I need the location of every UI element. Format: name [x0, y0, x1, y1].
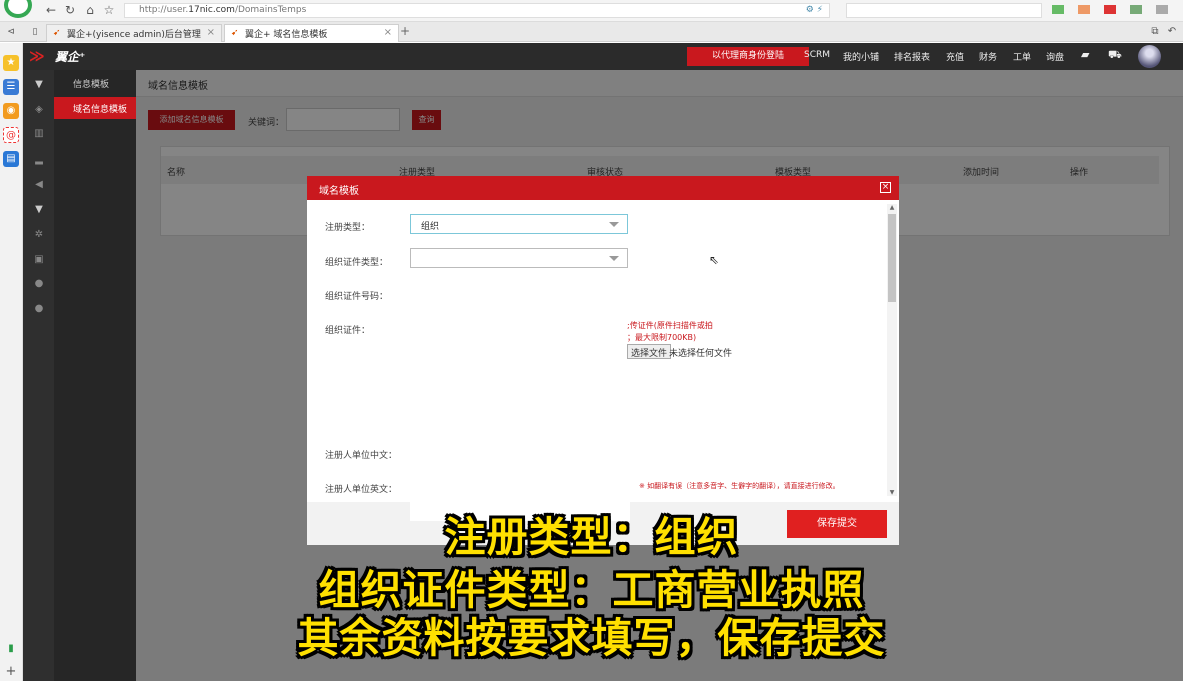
subtitle-line: 注册类型：组织	[444, 513, 739, 561]
home-icon[interactable]: ⌂	[83, 3, 97, 17]
nav-finance[interactable]: 财务	[979, 50, 997, 63]
menu-item-domain-template[interactable]: 域名信息模板	[54, 97, 136, 119]
menu-group-info-template[interactable]: 信息模板	[54, 74, 136, 94]
brand-name[interactable]: 翼企⁺	[55, 48, 85, 65]
nav-scrm[interactable]: SCRM	[804, 50, 830, 60]
window-controls-icon[interactable]	[1156, 5, 1168, 14]
tab-close-icon[interactable]: ×	[384, 27, 392, 38]
tab-close-icon[interactable]: ×	[207, 27, 215, 38]
avatar[interactable]	[1138, 45, 1161, 68]
cart-icon[interactable]: ⛟	[1108, 48, 1122, 63]
cert-type-select[interactable]: ⇖	[410, 248, 719, 268]
modal-body: 注册类型： 组织 组织证件类型： ⇖ 组织证件号码： 组织证件： ;传证件(原件…	[307, 200, 899, 545]
scroll-down-icon[interactable]: ▼	[888, 489, 896, 496]
browser-toolbar: ← ↻ ⌂ ☆ http://user.17nic.com/DomainsTem…	[0, 0, 1183, 22]
sidebar-toggle-icon[interactable]: ▯	[28, 25, 42, 39]
tab-domain-template[interactable]: ➹ 翼企+ 域名信息模板 ×	[224, 24, 399, 42]
cert-type-label: 组织证件类型：	[325, 258, 389, 268]
modal-header: 域名模板 ×	[307, 176, 899, 200]
message-icon[interactable]: ●	[33, 303, 45, 315]
nav-my-shop[interactable]: 我的小铺	[843, 50, 879, 63]
url-text: http://user.17nic.com/DomainsTemps	[139, 5, 307, 15]
weibo-icon[interactable]: ◉	[3, 103, 19, 119]
settings-icon[interactable]: ✲	[33, 229, 45, 241]
reload-icon[interactable]: ↻	[63, 3, 77, 17]
choose-file-button[interactable]: 选择文件	[627, 344, 672, 359]
money-bag-icon[interactable]: ●	[33, 278, 45, 290]
modal-title: 域名模板	[319, 186, 359, 197]
translation-notice: ※ 如翻译有误（注意多音字、生僻字的翻译），请直接进行修改。	[639, 482, 840, 490]
app-header: ≫ 翼企⁺ 以代理商身份登陆 SCRM 我的小铺 排名报表 充值 财务 工单 询…	[23, 43, 1183, 70]
address-bar-actions-icon[interactable]: ⚙ ⚡	[806, 5, 823, 15]
collapse-caret-icon[interactable]: ▼	[33, 204, 45, 216]
tab-label: 翼企+ 域名信息模板	[245, 30, 328, 40]
nav-ticket[interactable]: 工单	[1013, 50, 1031, 63]
agent-login-button[interactable]: 以代理商身份登陆	[687, 47, 809, 66]
chevron-down-icon	[609, 222, 619, 227]
reg-type-value: 组织	[421, 222, 440, 232]
tab-admin[interactable]: ➹ 翼企+(yisence admin)后台管理 ×	[46, 24, 222, 42]
reader-icon[interactable]: ☰	[3, 79, 19, 95]
building-icon[interactable]: ▥	[33, 128, 45, 140]
tab-list-icon[interactable]: ⊲	[4, 25, 18, 39]
favorites-star-icon[interactable]: ★	[3, 55, 19, 71]
modal-scrollbar[interactable]: ▲ ▼	[887, 204, 897, 496]
file-status: 未选择任何文件	[669, 349, 733, 359]
upload-note-line: ;传证件(原件扫描件或拍	[627, 321, 713, 330]
tab-favicon-icon: ➹	[231, 28, 239, 38]
chat-icon[interactable]: ▰	[1081, 48, 1089, 61]
chart-icon[interactable]: ▂	[33, 154, 45, 166]
upload-note-line: ；最大限制700KB)	[627, 333, 697, 342]
notes-icon[interactable]: ▤	[3, 151, 19, 167]
restore-icon[interactable]: ⧉	[1148, 25, 1162, 39]
browser-logo-icon	[4, 0, 32, 18]
back-arrow-icon[interactable]: ←	[44, 3, 58, 17]
email-icon[interactable]: @	[3, 127, 19, 143]
subtitle-line: 其余资料按要求填写，保存提交	[297, 614, 886, 662]
undo-icon[interactable]: ↶	[1165, 25, 1179, 39]
cert-number-label: 组织证件号码：	[325, 292, 389, 302]
layers-icon[interactable]: ◈	[33, 104, 45, 116]
upload-note: ;传证件(原件扫描件或拍 ；最大限制700KB)	[627, 320, 797, 344]
mouse-cursor-icon: ⇖	[709, 253, 720, 267]
reg-type-select[interactable]: 组织	[410, 214, 628, 234]
org-cn-label: 注册人单位中文：	[325, 451, 398, 461]
extension-icon[interactable]	[1104, 5, 1116, 14]
org-en-label: 注册人单位英文：	[325, 485, 398, 495]
extension-icon[interactable]	[1078, 5, 1090, 14]
scrollbar-thumb[interactable]	[888, 214, 896, 302]
bookmark-star-icon[interactable]: ☆	[102, 3, 116, 17]
close-icon[interactable]: ×	[880, 182, 891, 193]
lock-icon[interactable]: ▣	[33, 254, 45, 266]
menu-icon[interactable]	[1130, 5, 1142, 14]
nav-recharge[interactable]: 充值	[946, 50, 964, 63]
tab-label: 翼企+(yisence admin)后台管理	[67, 30, 201, 40]
cert-upload-label: 组织证件：	[325, 326, 371, 336]
chevron-down-icon	[609, 256, 619, 261]
address-bar[interactable]: http://user.17nic.com/DomainsTemps ⚙ ⚡	[124, 3, 830, 18]
tab-favicon-icon: ➹	[53, 28, 61, 38]
reg-type-label: 注册类型：	[325, 223, 371, 233]
megaphone-icon[interactable]: ◀	[33, 179, 45, 191]
new-tab-button[interactable]: +	[400, 24, 410, 38]
collapse-caret-icon[interactable]: ▼	[33, 79, 45, 91]
tab-bar: ⊲ ▯ ➹ 翼企+(yisence admin)后台管理 × ➹ 翼企+ 域名信…	[0, 22, 1183, 42]
extension-icon[interactable]	[1052, 5, 1064, 14]
nav-rank-report[interactable]: 排名报表	[894, 50, 930, 63]
scroll-up-icon[interactable]: ▲	[888, 204, 896, 211]
brand-logo-icon: ≫	[29, 47, 45, 65]
nav-inquiry[interactable]: 询盘	[1046, 50, 1064, 63]
browser-search-box[interactable]	[846, 3, 1042, 18]
domain-template-modal: 域名模板 × 注册类型： 组织 组织证件类型： ⇖ 组织证件号码： 组织证件： …	[307, 176, 899, 545]
add-icon[interactable]: +	[3, 664, 19, 680]
